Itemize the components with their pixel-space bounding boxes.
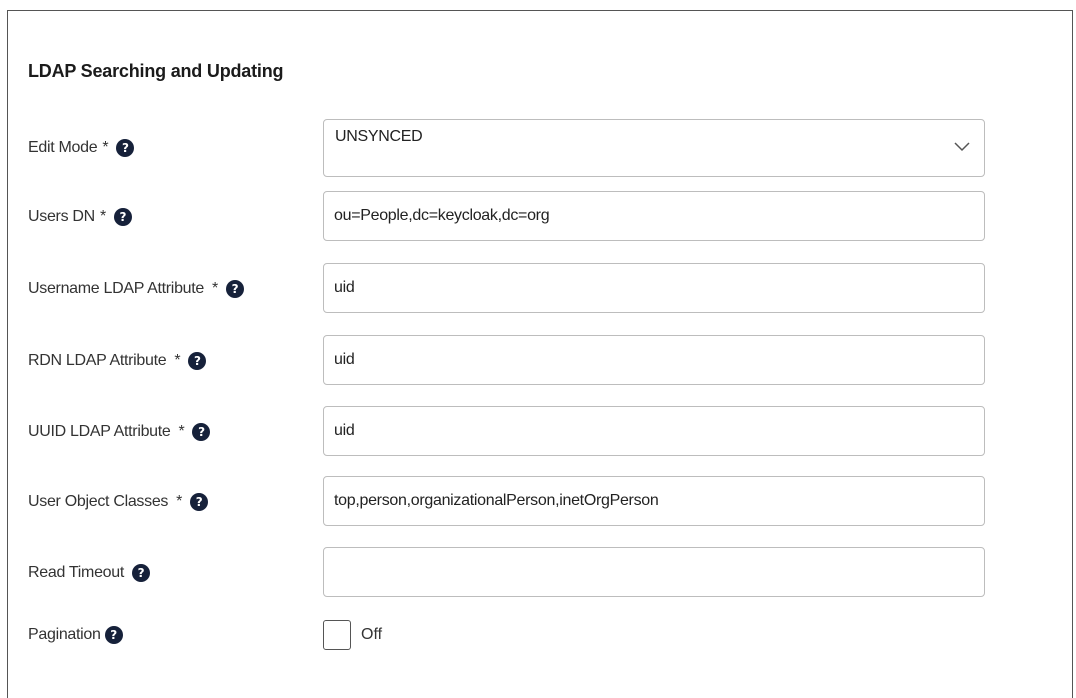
pagination-state-label: Off: [361, 626, 383, 643]
edit-mode-label: Edit Mode: [28, 139, 98, 156]
pagination-label-group: Pagination ?: [28, 626, 123, 644]
required-marker: *: [212, 280, 218, 297]
user-object-classes-row: User Object Classes * ?: [28, 476, 988, 528]
chevron-down-icon: [954, 142, 970, 152]
pagination-toggle[interactable]: Off: [323, 620, 382, 650]
rdn-ldap-attribute-input[interactable]: [323, 335, 985, 385]
edit-mode-select[interactable]: UNSYNCED: [323, 119, 985, 177]
uuid-ldap-attribute-label-group: UUID LDAP Attribute * ?: [28, 423, 211, 441]
edit-mode-label-group: Edit Mode * ?: [28, 139, 135, 157]
username-ldap-attribute-label: Username LDAP Attribute: [28, 280, 205, 297]
question-circle-icon[interactable]: ?: [188, 352, 207, 370]
user-object-classes-label: User Object Classes: [28, 493, 169, 510]
read-timeout-row: Read Timeout ?: [28, 547, 988, 599]
uuid-ldap-attribute-input[interactable]: [323, 406, 985, 456]
required-marker: *: [176, 493, 183, 510]
users-dn-label: Users DN: [28, 208, 95, 225]
username-ldap-attribute-row: Username LDAP Attribute * ?: [28, 263, 988, 315]
rdn-ldap-attribute-label: RDN LDAP Attribute: [28, 352, 167, 369]
required-marker: *: [174, 352, 181, 369]
rdn-ldap-attribute-label-group: RDN LDAP Attribute * ?: [28, 352, 207, 370]
read-timeout-input[interactable]: [323, 547, 985, 597]
username-ldap-attribute-label-group: Username LDAP Attribute * ?: [28, 280, 244, 298]
required-marker: *: [178, 423, 185, 440]
read-timeout-label: Read Timeout: [28, 564, 125, 581]
question-circle-icon[interactable]: ?: [190, 493, 209, 511]
section-title: LDAP Searching and Updating: [28, 61, 284, 81]
pagination-checkbox[interactable]: [323, 620, 351, 650]
required-marker: *: [102, 139, 109, 156]
edit-mode-value: UNSYNCED: [335, 128, 423, 145]
question-circle-icon[interactable]: ?: [132, 564, 151, 582]
question-circle-icon[interactable]: ?: [113, 208, 132, 226]
question-circle-icon[interactable]: ?: [116, 139, 135, 157]
username-ldap-attribute-input[interactable]: [323, 263, 985, 313]
rdn-ldap-attribute-row: RDN LDAP Attribute * ?: [28, 335, 988, 387]
required-marker: *: [99, 208, 106, 225]
users-dn-input[interactable]: [323, 191, 985, 241]
pagination-label: Pagination: [28, 626, 101, 643]
read-timeout-label-group: Read Timeout ?: [28, 564, 151, 582]
question-circle-icon[interactable]: ?: [104, 626, 123, 644]
uuid-ldap-attribute-label: UUID LDAP Attribute: [28, 423, 171, 440]
edit-mode-row: Edit Mode * ? UNSYNCED: [28, 119, 988, 177]
question-circle-icon[interactable]: ?: [192, 423, 211, 441]
settings-panel: LDAP Searching and Updating Edit Mode * …: [7, 10, 1073, 698]
users-dn-label-group: Users DN * ?: [28, 208, 132, 226]
users-dn-row: Users DN * ?: [28, 191, 988, 243]
user-object-classes-label-group: User Object Classes * ?: [28, 493, 209, 511]
user-object-classes-input[interactable]: [323, 476, 985, 526]
question-circle-icon[interactable]: ?: [225, 280, 244, 298]
pagination-row: Pagination ? Off: [28, 611, 988, 659]
uuid-ldap-attribute-row: UUID LDAP Attribute * ?: [28, 406, 988, 458]
